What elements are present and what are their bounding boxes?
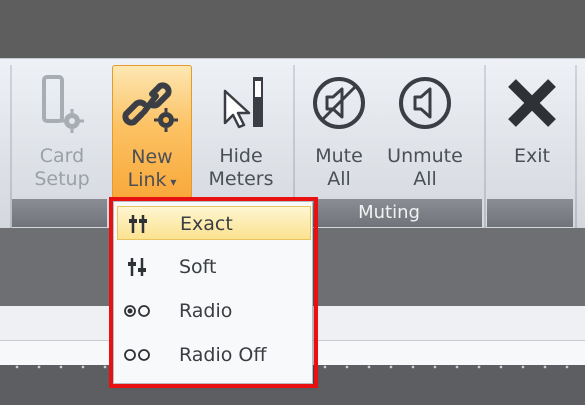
annotation-highlight-box: [109, 197, 318, 388]
exit-button[interactable]: Exit: [496, 65, 568, 205]
cursor-meter-icon: [211, 73, 271, 139]
group-separator: [575, 65, 577, 235]
speaker-icon: [395, 73, 455, 139]
unmute-all-button[interactable]: Unmute All: [382, 65, 468, 205]
title-bar: [0, 0, 585, 58]
new-link-button[interactable]: New Link ▾: [112, 65, 192, 200]
muting-group-text: Muting: [358, 202, 420, 223]
exit-label: Exit: [514, 145, 550, 167]
hide-meters-label-line2: Meters: [208, 168, 274, 190]
x-icon: [502, 73, 562, 139]
group-label-bar: [12, 199, 107, 227]
mute-all-label-line1: Mute: [315, 145, 363, 167]
hide-meters-label-line1: Hide: [219, 145, 263, 167]
card-setup-button[interactable]: Card Setup: [24, 65, 100, 205]
unmute-all-label-line1: Unmute: [387, 145, 463, 167]
new-link-label-line2: Link: [127, 169, 167, 191]
new-link-label-line1: New: [131, 146, 173, 168]
speaker-muted-icon: [309, 73, 369, 139]
chevron-down-icon: ▾: [166, 175, 177, 189]
group-separator: [484, 65, 486, 235]
mute-all-button[interactable]: Mute All: [304, 65, 374, 205]
link-gear-icon: [122, 74, 182, 140]
unmute-all-label-line2: All: [413, 168, 437, 190]
hide-meters-button[interactable]: Hide Meters: [200, 65, 282, 205]
group-label-bar: [487, 199, 573, 227]
muting-group-label: Muting: [296, 199, 482, 227]
mute-all-label-line2: All: [327, 168, 351, 190]
card-gear-icon: [32, 73, 92, 139]
card-setup-label-line2: Setup: [34, 168, 90, 190]
card-setup-label-line1: Card: [39, 145, 85, 167]
